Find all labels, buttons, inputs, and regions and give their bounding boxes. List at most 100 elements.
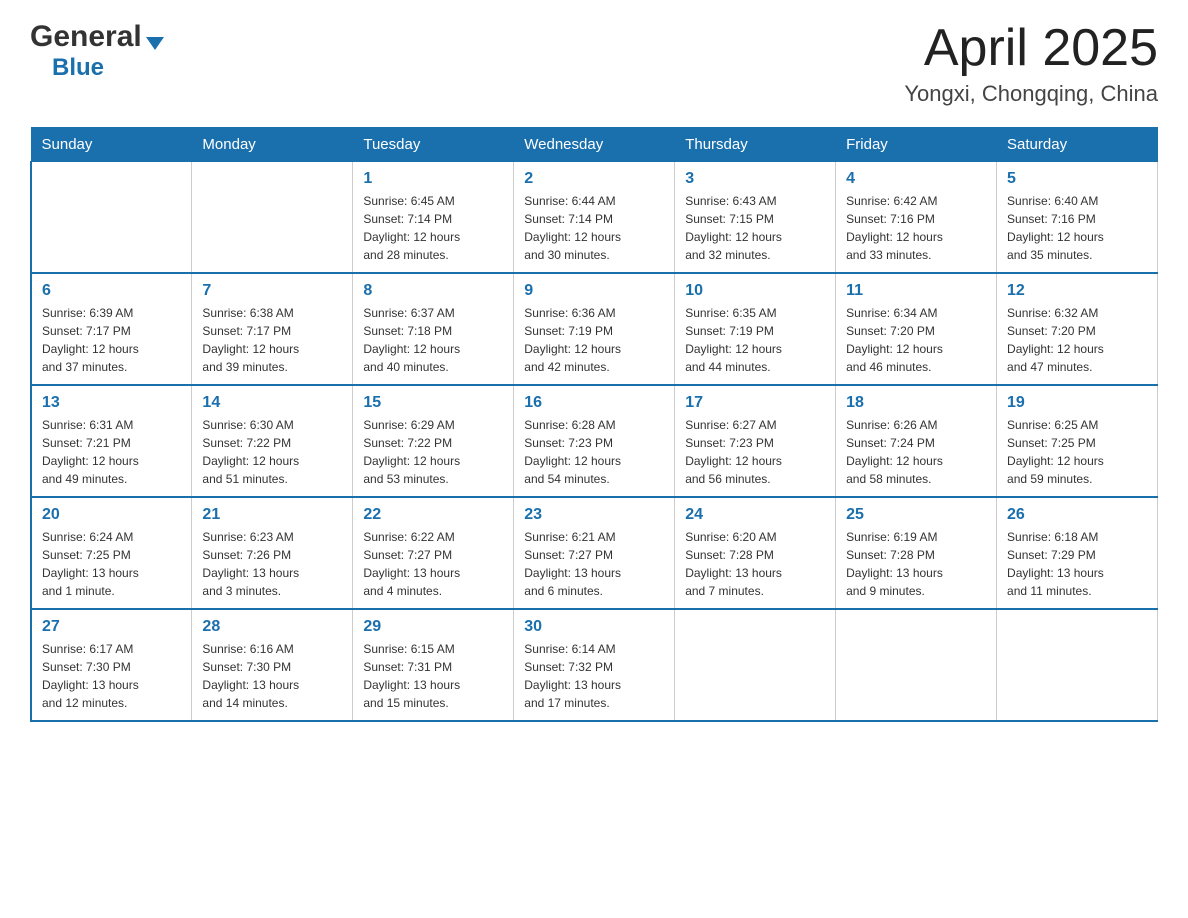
day-info: Sunrise: 6:28 AM Sunset: 7:23 PM Dayligh…: [524, 416, 664, 488]
day-number: 17: [685, 394, 825, 412]
week-row-3: 13 Sunrise: 6:31 AM Sunset: 7:21 PM Dayli…: [31, 385, 1158, 497]
day-number: 11: [846, 282, 986, 300]
week-row-1: 1 Sunrise: 6:45 AM Sunset: 7:14 PM Daylig…: [31, 162, 1158, 274]
location-subtitle: Yongxi, Chongqing, China: [904, 81, 1158, 107]
day-number: 1: [363, 170, 503, 188]
logo-blue-text: Blue: [52, 54, 104, 81]
day-info: Sunrise: 6:18 AM Sunset: 7:29 PM Dayligh…: [1007, 528, 1147, 600]
day-cell: 4 Sunrise: 6:42 AM Sunset: 7:16 PM Daylig…: [836, 162, 997, 274]
column-header-monday: Monday: [192, 128, 353, 162]
header-row: SundayMondayTuesdayWednesdayThursdayFrid…: [31, 128, 1158, 162]
day-info: Sunrise: 6:22 AM Sunset: 7:27 PM Dayligh…: [363, 528, 503, 600]
day-info: Sunrise: 6:30 AM Sunset: 7:22 PM Dayligh…: [202, 416, 342, 488]
day-number: 28: [202, 618, 342, 636]
column-header-wednesday: Wednesday: [514, 128, 675, 162]
day-info: Sunrise: 6:44 AM Sunset: 7:14 PM Dayligh…: [524, 192, 664, 264]
day-number: 4: [846, 170, 986, 188]
day-number: 15: [363, 394, 503, 412]
logo: General Blue: [30, 20, 164, 82]
day-number: 20: [42, 506, 181, 524]
calendar-table: SundayMondayTuesdayWednesdayThursdayFrid…: [30, 127, 1158, 722]
day-cell: 20 Sunrise: 6:24 AM Sunset: 7:25 PM Dayli…: [31, 497, 192, 609]
day-number: 18: [846, 394, 986, 412]
week-row-4: 20 Sunrise: 6:24 AM Sunset: 7:25 PM Dayli…: [31, 497, 1158, 609]
day-cell: 27 Sunrise: 6:17 AM Sunset: 7:30 PM Dayli…: [31, 609, 192, 721]
day-info: Sunrise: 6:25 AM Sunset: 7:25 PM Dayligh…: [1007, 416, 1147, 488]
day-cell: 3 Sunrise: 6:43 AM Sunset: 7:15 PM Daylig…: [675, 162, 836, 274]
day-cell: 24 Sunrise: 6:20 AM Sunset: 7:28 PM Dayli…: [675, 497, 836, 609]
day-info: Sunrise: 6:36 AM Sunset: 7:19 PM Dayligh…: [524, 304, 664, 376]
day-cell: [31, 162, 192, 274]
title-block: April 2025 Yongxi, Chongqing, China: [904, 20, 1158, 107]
column-header-saturday: Saturday: [997, 128, 1158, 162]
day-cell: 5Sunrise: 6:40 AM Sunset: 7:16 PM Daylig…: [997, 162, 1158, 274]
day-info: Sunrise: 6:39 AM Sunset: 7:17 PM Dayligh…: [42, 304, 181, 376]
day-info: Sunrise: 6:27 AM Sunset: 7:23 PM Dayligh…: [685, 416, 825, 488]
day-cell: 15 Sunrise: 6:29 AM Sunset: 7:22 PM Dayli…: [353, 385, 514, 497]
day-cell: 19 Sunrise: 6:25 AM Sunset: 7:25 PM Dayli…: [997, 385, 1158, 497]
day-info: Sunrise: 6:31 AM Sunset: 7:21 PM Dayligh…: [42, 416, 181, 488]
day-cell: [675, 609, 836, 721]
day-number: 27: [42, 618, 181, 636]
day-number: 25: [846, 506, 986, 524]
day-info: Sunrise: 6:19 AM Sunset: 7:28 PM Dayligh…: [846, 528, 986, 600]
day-cell: 10 Sunrise: 6:35 AM Sunset: 7:19 PM Dayli…: [675, 273, 836, 385]
day-info: Sunrise: 6:45 AM Sunset: 7:14 PM Dayligh…: [363, 192, 503, 264]
column-header-sunday: Sunday: [31, 128, 192, 162]
day-cell: 13 Sunrise: 6:31 AM Sunset: 7:21 PM Dayli…: [31, 385, 192, 497]
day-info: Sunrise: 6:43 AM Sunset: 7:15 PM Dayligh…: [685, 192, 825, 264]
day-number: 3: [685, 170, 825, 188]
day-info: Sunrise: 6:37 AM Sunset: 7:18 PM Dayligh…: [363, 304, 503, 376]
day-cell: 14 Sunrise: 6:30 AM Sunset: 7:22 PM Dayli…: [192, 385, 353, 497]
day-number: 7: [202, 282, 342, 300]
day-cell: 6 Sunrise: 6:39 AM Sunset: 7:17 PM Daylig…: [31, 273, 192, 385]
day-cell: [836, 609, 997, 721]
day-cell: 7 Sunrise: 6:38 AM Sunset: 7:17 PM Daylig…: [192, 273, 353, 385]
day-info: Sunrise: 6:38 AM Sunset: 7:17 PM Dayligh…: [202, 304, 342, 376]
day-info: Sunrise: 6:21 AM Sunset: 7:27 PM Dayligh…: [524, 528, 664, 600]
day-cell: [997, 609, 1158, 721]
day-info: Sunrise: 6:15 AM Sunset: 7:31 PM Dayligh…: [363, 640, 503, 712]
day-cell: 29 Sunrise: 6:15 AM Sunset: 7:31 PM Dayli…: [353, 609, 514, 721]
day-cell: [192, 162, 353, 274]
day-info: Sunrise: 6:26 AM Sunset: 7:24 PM Dayligh…: [846, 416, 986, 488]
day-cell: 12 Sunrise: 6:32 AM Sunset: 7:20 PM Dayli…: [997, 273, 1158, 385]
day-number: 29: [363, 618, 503, 636]
day-number: 14: [202, 394, 342, 412]
day-number: 13: [42, 394, 181, 412]
day-number: 30: [524, 618, 664, 636]
day-number: 16: [524, 394, 664, 412]
day-number: 22: [363, 506, 503, 524]
day-info: Sunrise: 6:42 AM Sunset: 7:16 PM Dayligh…: [846, 192, 986, 264]
day-info: Sunrise: 6:16 AM Sunset: 7:30 PM Dayligh…: [202, 640, 342, 712]
month-year-title: April 2025: [904, 20, 1158, 77]
day-info: Sunrise: 6:29 AM Sunset: 7:22 PM Dayligh…: [363, 416, 503, 488]
logo-general-text: General: [30, 20, 142, 54]
day-cell: 18 Sunrise: 6:26 AM Sunset: 7:24 PM Dayli…: [836, 385, 997, 497]
calendar-body: 1 Sunrise: 6:45 AM Sunset: 7:14 PM Daylig…: [31, 162, 1158, 722]
day-cell: 1 Sunrise: 6:45 AM Sunset: 7:14 PM Daylig…: [353, 162, 514, 274]
day-info: Sunrise: 6:32 AM Sunset: 7:20 PM Dayligh…: [1007, 304, 1147, 376]
day-number: 12: [1007, 282, 1147, 300]
day-info: Sunrise: 6:20 AM Sunset: 7:28 PM Dayligh…: [685, 528, 825, 600]
day-number: 19: [1007, 394, 1147, 412]
day-cell: 16 Sunrise: 6:28 AM Sunset: 7:23 PM Dayli…: [514, 385, 675, 497]
day-number: 21: [202, 506, 342, 524]
page-header: General Blue April 2025 Yongxi, Chongqin…: [30, 20, 1158, 107]
day-cell: 11Sunrise: 6:34 AM Sunset: 7:20 PM Dayli…: [836, 273, 997, 385]
day-info: Sunrise: 6:35 AM Sunset: 7:19 PM Dayligh…: [685, 304, 825, 376]
day-info: Sunrise: 6:23 AM Sunset: 7:26 PM Dayligh…: [202, 528, 342, 600]
day-number: 10: [685, 282, 825, 300]
day-number: 6: [42, 282, 181, 300]
day-info: Sunrise: 6:24 AM Sunset: 7:25 PM Dayligh…: [42, 528, 181, 600]
day-info: Sunrise: 6:17 AM Sunset: 7:30 PM Dayligh…: [42, 640, 181, 712]
day-number: 9: [524, 282, 664, 300]
day-info: Sunrise: 6:40 AM Sunset: 7:16 PM Dayligh…: [1007, 192, 1147, 264]
day-number: 23: [524, 506, 664, 524]
calendar-header: SundayMondayTuesdayWednesdayThursdayFrid…: [31, 128, 1158, 162]
week-row-5: 27 Sunrise: 6:17 AM Sunset: 7:30 PM Dayli…: [31, 609, 1158, 721]
column-header-friday: Friday: [836, 128, 997, 162]
day-cell: 28 Sunrise: 6:16 AM Sunset: 7:30 PM Dayli…: [192, 609, 353, 721]
day-cell: 17 Sunrise: 6:27 AM Sunset: 7:23 PM Dayli…: [675, 385, 836, 497]
day-number: 24: [685, 506, 825, 524]
